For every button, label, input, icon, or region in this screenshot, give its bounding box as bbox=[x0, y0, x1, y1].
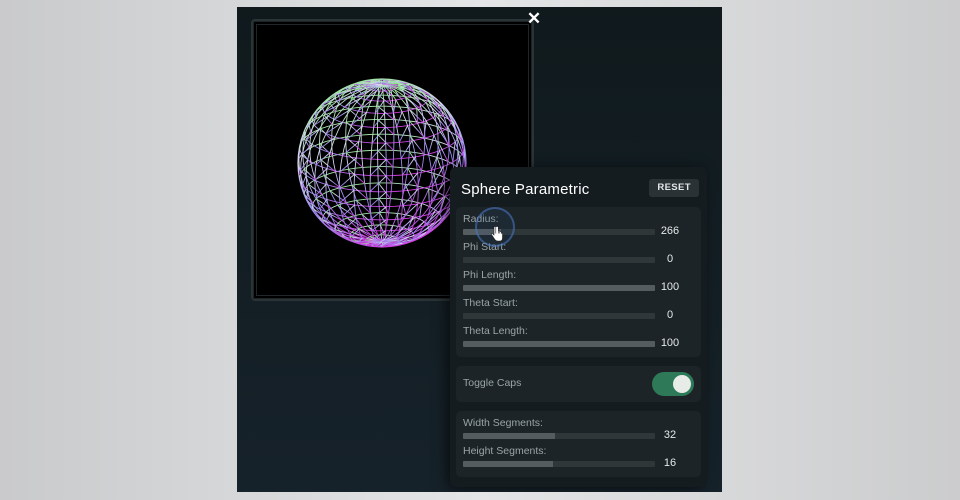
wireframe-line bbox=[398, 125, 409, 143]
hand-cursor-icon bbox=[491, 226, 503, 242]
wireframe-line bbox=[381, 79, 426, 243]
toggle-knob bbox=[673, 375, 691, 393]
slider-label: Theta Length: bbox=[463, 325, 528, 337]
slider-theta-length: Theta Length: 100 bbox=[463, 323, 693, 351]
reset-button[interactable]: RESET bbox=[649, 179, 699, 197]
slider-width-segments: Width Segments: 32 bbox=[463, 415, 693, 443]
slider-value: 100 bbox=[660, 337, 680, 349]
phi-length-slider[interactable] bbox=[463, 285, 655, 291]
theta-length-slider[interactable] bbox=[463, 341, 655, 347]
toggle-caps-switch[interactable] bbox=[652, 372, 694, 396]
slider-value: 0 bbox=[666, 309, 674, 321]
slider-phi-length: Phi Length: 100 bbox=[463, 267, 693, 295]
wireframe-line bbox=[397, 213, 399, 227]
slider-fill bbox=[463, 341, 655, 347]
slider-theta-start: Theta Start: 0 bbox=[463, 295, 693, 323]
wireframe-line bbox=[377, 182, 391, 199]
wireframe-line bbox=[304, 166, 460, 221]
slider-fill bbox=[463, 285, 655, 291]
wireframe-line bbox=[378, 198, 389, 214]
close-icon[interactable]: ✕ bbox=[524, 9, 544, 29]
wireframe-line bbox=[452, 141, 456, 163]
wireframe-line bbox=[319, 199, 328, 210]
wireframe-line bbox=[337, 204, 355, 217]
wireframe-line bbox=[428, 188, 430, 207]
slider-value: 16 bbox=[663, 457, 677, 469]
slider-label: Phi Length: bbox=[463, 269, 517, 281]
slider-height-segments: Height Segments: 16 bbox=[463, 443, 693, 471]
slider-label: Theta Start: bbox=[463, 297, 518, 309]
wireframe-line bbox=[371, 127, 386, 144]
wireframe-line bbox=[339, 157, 357, 173]
wireframe-line bbox=[377, 166, 393, 184]
slider-label: Height Segments: bbox=[463, 445, 547, 457]
wireframe-line bbox=[360, 79, 383, 243]
slider-fill bbox=[463, 461, 554, 467]
slider-fill bbox=[463, 433, 556, 439]
wireframe-line bbox=[396, 111, 403, 128]
wireframe-line bbox=[301, 175, 307, 186]
slider-value: 0 bbox=[666, 253, 674, 265]
wireframe-line bbox=[377, 149, 394, 168]
wireframe-line bbox=[346, 152, 364, 168]
wireframe-line bbox=[402, 188, 419, 207]
wireframe-line bbox=[377, 79, 383, 242]
toggle-caps-group: Toggle Caps bbox=[456, 366, 701, 402]
wireframe-line bbox=[302, 83, 383, 243]
slider-value: 266 bbox=[660, 225, 680, 237]
slider-label: Width Segments: bbox=[463, 417, 543, 429]
panel-header: Sphere Parametric RESET bbox=[456, 173, 701, 203]
phi-start-slider[interactable] bbox=[463, 257, 655, 263]
wireframe-line bbox=[400, 140, 413, 159]
slider-value: 32 bbox=[663, 429, 677, 441]
width-segments-slider[interactable] bbox=[463, 433, 655, 439]
panel-title: Sphere Parametric bbox=[461, 181, 590, 198]
height-segments-slider[interactable] bbox=[463, 461, 655, 467]
slider-value: 100 bbox=[660, 281, 680, 293]
segments-group: Width Segments: 32 Height Segments: 16 bbox=[456, 411, 701, 477]
toggle-label: Toggle Caps bbox=[463, 377, 522, 389]
theta-start-slider[interactable] bbox=[463, 313, 655, 319]
wireframe-line bbox=[428, 135, 435, 155]
app-window: ✕ Sphere Parametric RESET Radius: 266 Ph… bbox=[237, 7, 722, 492]
